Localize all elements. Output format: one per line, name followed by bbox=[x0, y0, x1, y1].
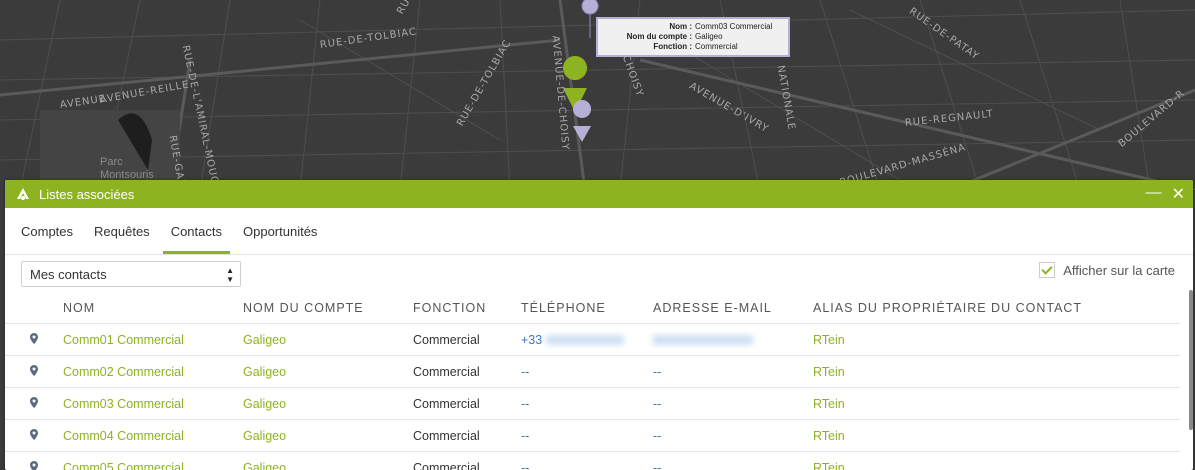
app-logo-icon bbox=[17, 188, 29, 200]
function-cell: Commercial bbox=[413, 355, 521, 388]
email-cell: -- bbox=[653, 387, 813, 420]
phone-cell: -- bbox=[521, 419, 653, 452]
tab-opportunites[interactable]: Opportunités bbox=[235, 224, 325, 254]
header-compte[interactable]: NOM DU COMPTE bbox=[243, 293, 413, 324]
tab-requetes[interactable]: Requêtes bbox=[86, 224, 158, 254]
location-pin-icon[interactable] bbox=[30, 396, 38, 408]
owner-alias-link[interactable]: RTein bbox=[813, 355, 1180, 388]
tooltip-key: Nom du compte : bbox=[626, 32, 692, 41]
park-label: Parc Montsouris bbox=[100, 156, 154, 181]
phone-cell: -- bbox=[521, 355, 653, 388]
account-name-link[interactable]: Galigeo bbox=[243, 355, 413, 388]
phone-cell: -- bbox=[521, 387, 653, 420]
tab-comptes[interactable]: Comptes bbox=[13, 224, 81, 254]
related-lists-panel: Listes associées — ✕ Comptes Requêtes Co… bbox=[5, 180, 1193, 470]
tooltip-value: Galigeo bbox=[695, 32, 723, 41]
contact-name-link[interactable]: Comm04 Commercial bbox=[63, 419, 243, 452]
header-pin bbox=[5, 293, 63, 324]
owner-alias-link[interactable]: RTein bbox=[813, 451, 1180, 470]
function-cell: Commercial bbox=[413, 323, 521, 356]
header-telephone[interactable]: TÉLÉPHONE bbox=[521, 293, 653, 324]
redacted-email bbox=[653, 335, 753, 346]
phone-cell[interactable]: +33 bbox=[521, 323, 653, 356]
select-value: Mes contacts bbox=[30, 267, 107, 282]
tooltip-value: Comm03 Commercial bbox=[695, 22, 773, 31]
header-fonction[interactable]: FONCTION bbox=[413, 293, 521, 324]
contact-name-link[interactable]: Comm01 Commercial bbox=[63, 323, 243, 356]
location-pin-icon[interactable] bbox=[30, 364, 38, 376]
table-row[interactable]: Comm05 Commercial Galigeo Commercial -- … bbox=[5, 451, 1180, 470]
table-row[interactable]: Comm04 Commercial Galigeo Commercial -- … bbox=[5, 419, 1180, 452]
table-row[interactable]: Comm01 Commercial Galigeo Commercial +33… bbox=[5, 323, 1180, 356]
email-cell[interactable] bbox=[653, 323, 813, 356]
email-cell: -- bbox=[653, 451, 813, 470]
close-icon[interactable]: ✕ bbox=[1172, 184, 1185, 204]
table-row[interactable]: Comm02 Commercial Galigeo Commercial -- … bbox=[5, 355, 1180, 388]
tooltip-key: Nom : bbox=[669, 22, 692, 31]
email-cell: -- bbox=[653, 419, 813, 452]
function-cell: Commercial bbox=[413, 387, 521, 420]
select-arrows-icon: ▲ ▼ bbox=[226, 266, 234, 284]
table-header-row: NOM NOM DU COMPTE FONCTION TÉLÉPHONE ADR… bbox=[5, 293, 1180, 324]
contact-filter-select[interactable]: Mes contacts ▲ ▼ bbox=[21, 261, 241, 287]
header-nom[interactable]: NOM bbox=[63, 293, 243, 324]
map-tooltip: Nom : Comm03 Commercial Nom du compte : Ga… bbox=[596, 17, 790, 57]
checkbox-checked-icon[interactable] bbox=[1039, 262, 1056, 278]
account-name-link[interactable]: Galigeo bbox=[243, 387, 413, 420]
location-pin-icon[interactable] bbox=[30, 428, 38, 440]
email-cell: -- bbox=[653, 355, 813, 388]
panel-titlebar: Listes associées — ✕ bbox=[5, 180, 1193, 208]
vertical-scrollbar[interactable] bbox=[1189, 290, 1193, 430]
list-toolbar: Mes contacts ▲ ▼ Afficher sur la carte bbox=[5, 255, 1193, 293]
contact-name-link[interactable]: Comm03 Commercial bbox=[63, 387, 243, 420]
account-name-link[interactable]: Galigeo bbox=[243, 419, 413, 452]
header-email[interactable]: ADRESSE E-MAIL bbox=[653, 293, 813, 324]
tab-bar: Comptes Requêtes Contacts Opportunités bbox=[5, 208, 1193, 255]
account-name-link[interactable]: Galigeo bbox=[243, 451, 413, 470]
contact-name-link[interactable]: Comm05 Commercial bbox=[63, 451, 243, 470]
function-cell: Commercial bbox=[413, 419, 521, 452]
function-cell: Commercial bbox=[413, 451, 521, 470]
table-row[interactable]: Comm03 Commercial Galigeo Commercial -- … bbox=[5, 387, 1180, 420]
panel-title: Listes associées bbox=[39, 186, 135, 202]
location-pin-icon[interactable] bbox=[30, 460, 38, 470]
contacts-table: NOM NOM DU COMPTE FONCTION TÉLÉPHONE ADR… bbox=[5, 293, 1180, 470]
tooltip-key: Fonction : bbox=[653, 42, 692, 51]
show-on-map-toggle[interactable]: Afficher sur la carte bbox=[1039, 262, 1175, 278]
owner-alias-link[interactable]: RTein bbox=[813, 323, 1180, 356]
account-name-link[interactable]: Galigeo bbox=[243, 323, 413, 356]
header-alias[interactable]: ALIAS DU PROPRIÉTAIRE DU CONTACT bbox=[813, 293, 1180, 324]
minimize-icon[interactable]: — bbox=[1146, 184, 1162, 204]
phone-cell: -- bbox=[521, 451, 653, 470]
tooltip-value: Commercial bbox=[695, 42, 738, 51]
contact-name-link[interactable]: Comm02 Commercial bbox=[63, 355, 243, 388]
redacted-phone bbox=[545, 335, 624, 346]
location-pin-icon[interactable] bbox=[30, 332, 38, 344]
show-on-map-label: Afficher sur la carte bbox=[1063, 262, 1175, 278]
phone-value[interactable]: +33 bbox=[521, 333, 542, 347]
owner-alias-link[interactable]: RTein bbox=[813, 387, 1180, 420]
tab-contacts[interactable]: Contacts bbox=[162, 224, 230, 254]
owner-alias-link[interactable]: RTein bbox=[813, 419, 1180, 452]
